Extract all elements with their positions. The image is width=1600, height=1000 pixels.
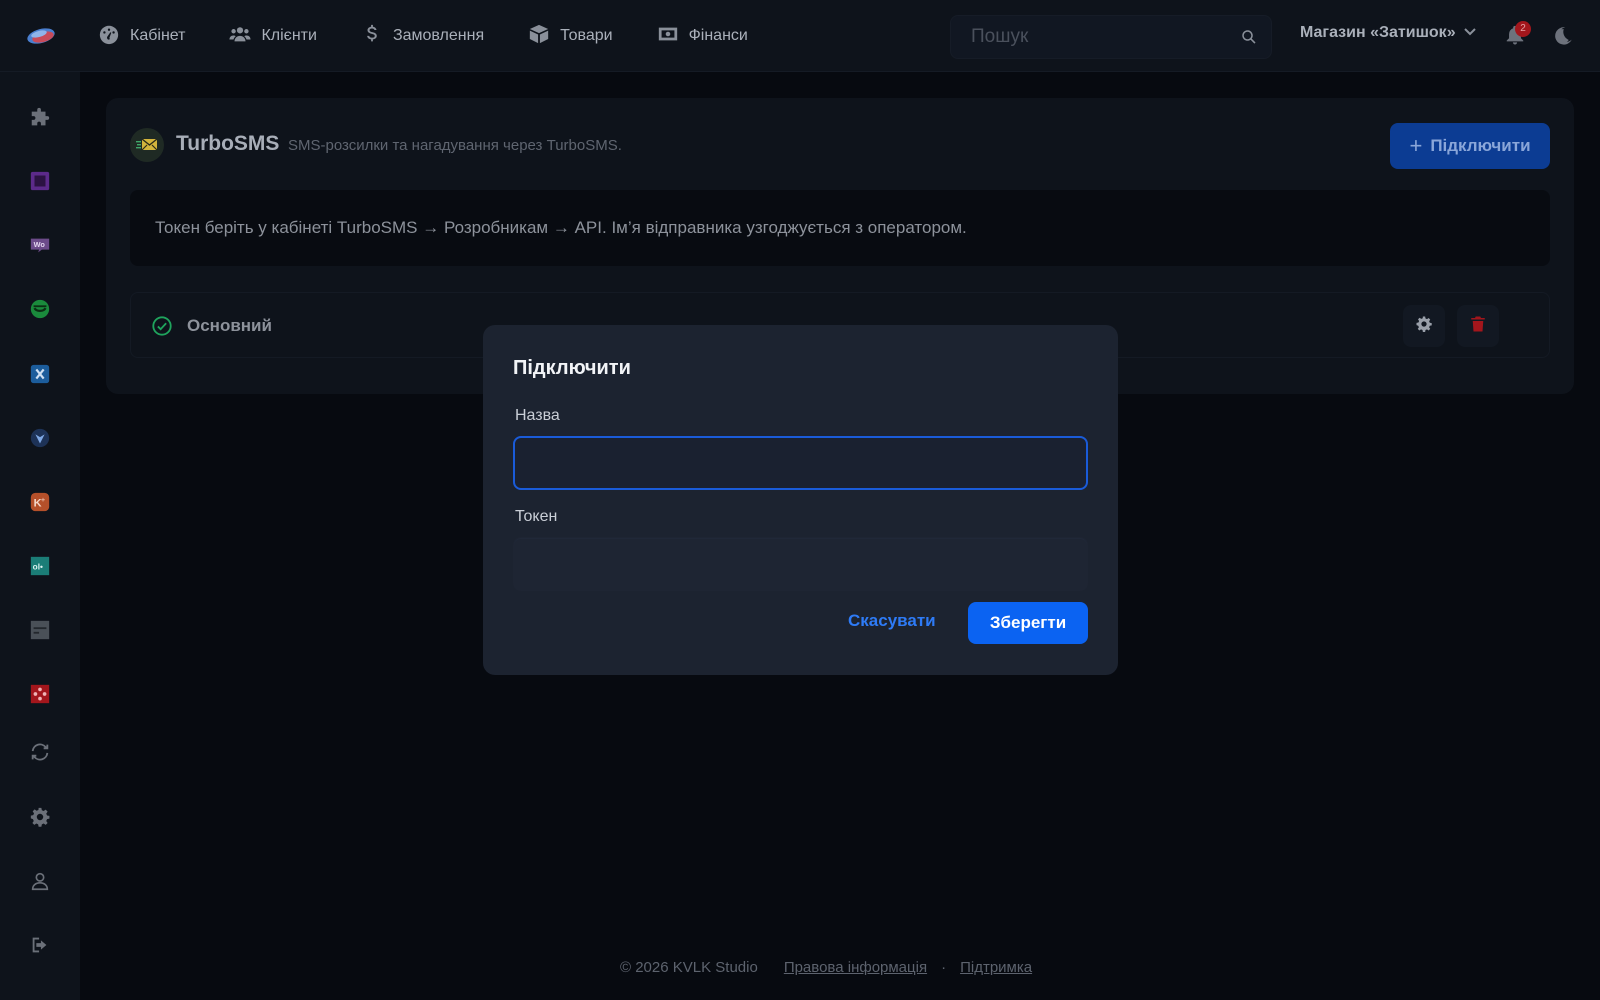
- nav-label: Замовлення: [392, 27, 485, 44]
- nav-label: Товари: [560, 27, 613, 44]
- nav-item-clients[interactable]: Клієнти: [229, 23, 317, 50]
- trash-icon: [1469, 315, 1487, 338]
- nav-item-finance[interactable]: Фінанси: [657, 23, 748, 50]
- app-logo-icon[interactable]: [26, 24, 56, 46]
- square-app-icon[interactable]: [28, 169, 52, 193]
- connection-delete-button[interactable]: [1457, 305, 1499, 347]
- svg-text:ol•: ol•: [33, 563, 43, 572]
- connect-modal: Підключити Назва Токен Скасувати Зберегт…: [483, 325, 1118, 675]
- store-name: Магазин «Затишок»: [1300, 24, 1456, 41]
- svg-text:Wo: Wo: [34, 240, 46, 249]
- copyright-text: © 2026 KVLK Studio: [620, 959, 758, 976]
- search-icon[interactable]: [1227, 28, 1271, 46]
- connection-name: Основний: [187, 316, 272, 335]
- support-link[interactable]: Підтримка: [960, 959, 1032, 976]
- footer-separator: ·: [941, 959, 947, 976]
- check-circle-icon: [151, 315, 173, 337]
- top-bar: Кабінет Клієнти Замовлення Товари Фінанс…: [0, 0, 1600, 72]
- integration-title: TurboSMS: [176, 132, 280, 155]
- notification-badge: 2: [1515, 21, 1531, 37]
- connect-button-label: Підключити: [1430, 136, 1531, 155]
- token-label: Токен: [515, 508, 558, 525]
- name-input[interactable]: [513, 436, 1088, 490]
- puzzle-icon[interactable]: [28, 106, 52, 130]
- gear-icon[interactable]: [28, 805, 52, 829]
- info-text: Токен беріть у кабінеті: [155, 218, 333, 237]
- arrow-text: →: [552, 218, 570, 237]
- modal-title: Підключити: [513, 357, 631, 379]
- woo-icon[interactable]: Wo: [28, 233, 52, 257]
- dashboard-icon: [98, 23, 120, 50]
- search-input[interactable]: [951, 16, 1227, 58]
- integration-description: SMS-розсилки та нагадування через TurboS…: [288, 137, 622, 154]
- notifications-button[interactable]: 2: [1504, 21, 1531, 46]
- connection-settings-button[interactable]: [1403, 305, 1445, 347]
- kplus-app-icon[interactable]: K +: [28, 490, 52, 514]
- nav-label: Кабінет: [130, 27, 186, 44]
- info-text: Розробникам: [443, 218, 549, 237]
- smile-app-icon[interactable]: [28, 297, 52, 321]
- info-text: Ім’я відправника узгоджується з оператор…: [611, 218, 967, 237]
- moon-icon: [1552, 27, 1574, 51]
- money-icon: [657, 23, 679, 50]
- info-text: API.: [574, 218, 607, 237]
- store-selector[interactable]: Магазин «Затишок»: [1300, 24, 1476, 42]
- token-input[interactable]: [513, 537, 1088, 591]
- cancel-button[interactable]: Скасувати: [848, 611, 936, 631]
- connect-button[interactable]: + Підключити: [1390, 123, 1550, 169]
- heart-app-icon[interactable]: [28, 426, 52, 450]
- sidebar: Wo K + ol•: [0, 72, 80, 1000]
- x-app-icon[interactable]: [28, 362, 52, 386]
- gear-icon: [1415, 315, 1433, 338]
- tab-app-icon[interactable]: [28, 618, 52, 642]
- nav-label: Клієнти: [261, 27, 317, 44]
- nav-item-products[interactable]: Товари: [528, 23, 613, 50]
- save-button[interactable]: Зберегти: [968, 602, 1088, 644]
- save-button-label: Зберегти: [989, 613, 1067, 632]
- user-icon[interactable]: [28, 869, 52, 893]
- users-icon: [229, 23, 252, 50]
- footer: © 2026 KVLK Studio Правова інформація · …: [620, 959, 1032, 976]
- main-nav: Кабінет Клієнти Замовлення Товари Фінанс…: [98, 0, 792, 72]
- olx-app-icon[interactable]: ol•: [28, 554, 52, 578]
- dollar-icon: [361, 23, 383, 50]
- chevron-down-icon: [1463, 24, 1476, 42]
- sync-icon[interactable]: [28, 740, 52, 764]
- plus-icon: +: [1409, 133, 1423, 158]
- legal-link[interactable]: Правова інформація: [784, 959, 927, 976]
- logout-icon[interactable]: [28, 933, 52, 957]
- info-text: TurboSMS: [336, 218, 418, 237]
- nav-item-dashboard[interactable]: Кабінет: [98, 23, 185, 50]
- name-label: Назва: [515, 407, 560, 424]
- turbosms-logo-icon: [130, 128, 164, 162]
- search-box: [950, 15, 1272, 59]
- box-icon: [528, 23, 550, 50]
- theme-toggle[interactable]: [1552, 25, 1574, 47]
- nodes-app-icon[interactable]: [28, 682, 52, 706]
- nav-label: Фінанси: [688, 27, 748, 44]
- svg-text:+: +: [41, 495, 45, 504]
- nav-item-orders[interactable]: Замовлення: [361, 23, 484, 50]
- arrow-text: →: [422, 218, 440, 237]
- info-notice: Токен беріть у кабінеті TurboSMS → Розро…: [130, 190, 1550, 266]
